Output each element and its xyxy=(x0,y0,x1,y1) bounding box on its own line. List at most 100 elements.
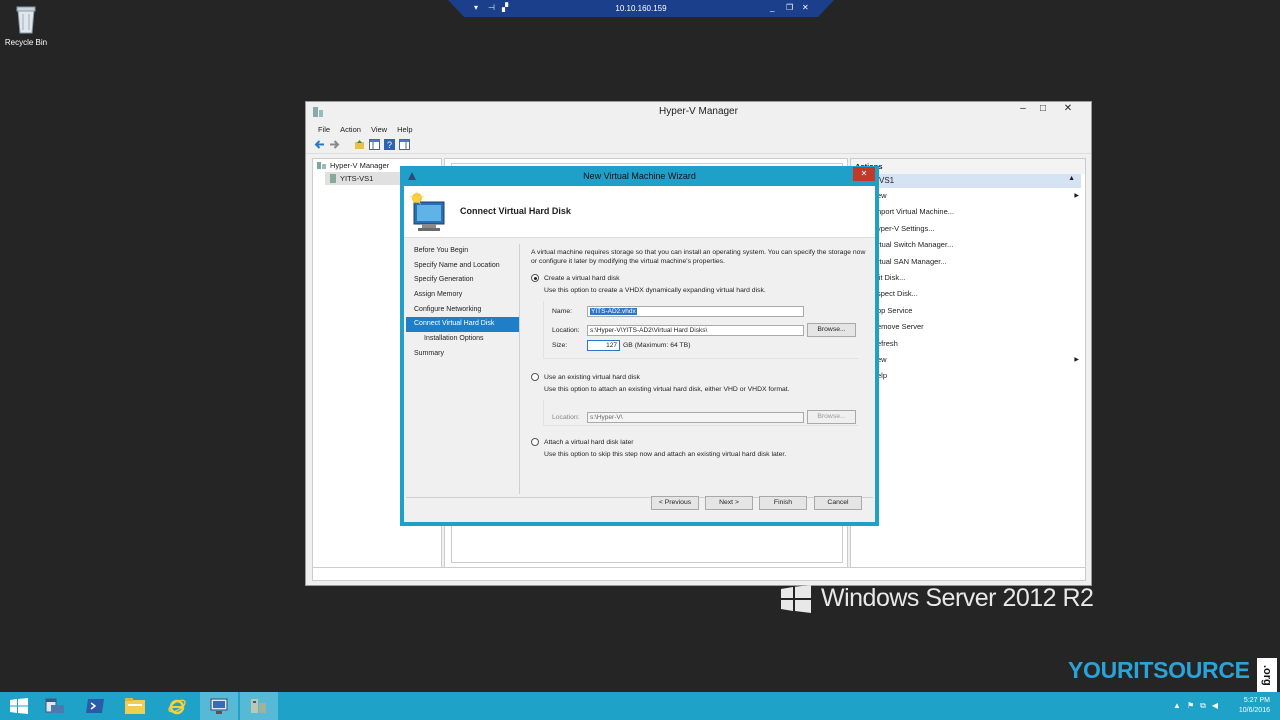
submenu-arrow-icon: ▶ xyxy=(1074,356,1079,363)
step-installation-options[interactable]: Installation Options xyxy=(406,332,519,347)
youritsource-logo: YOURITSOURCE xyxy=(1068,657,1250,683)
back-icon[interactable] xyxy=(314,139,325,150)
remote-connection-bar[interactable]: ▾ ⊣ ▞ 10.10.160.159 _ ❐ ✕ xyxy=(448,0,834,17)
action-remove-server[interactable]: emove Server xyxy=(851,319,1085,335)
action-new[interactable]: ew ▶ xyxy=(851,188,1085,204)
menu-view[interactable]: View xyxy=(371,125,387,134)
location-field[interactable]: s:\Hyper-V\YITS-AD2\Virtual Hard Disks\ xyxy=(587,324,804,336)
window-title: Hyper-V Manager xyxy=(659,106,738,117)
action-label: lit Disk... xyxy=(877,272,906,282)
create-vhd-radio[interactable] xyxy=(531,274,539,282)
step-summary[interactable]: Summary xyxy=(406,347,519,362)
wizard-content: A virtual machine requires storage so th… xyxy=(531,248,871,459)
step-before-you-begin[interactable]: Before You Begin xyxy=(406,244,519,259)
existing-vhd-desc: Use this option to attach an existing vi… xyxy=(544,386,790,393)
location-label: Location: xyxy=(552,326,580,334)
forward-icon[interactable] xyxy=(329,139,340,150)
create-vhd-label: Create a virtual hard disk xyxy=(544,274,620,282)
finish-button[interactable]: Finish xyxy=(759,496,807,510)
actions-group-server[interactable]: VS1 ▲ xyxy=(851,174,1081,188)
action-view[interactable]: ew ▶ xyxy=(851,352,1085,368)
clock[interactable]: 5:27 PM 10/6/2016 xyxy=(1239,696,1270,716)
action-pane-icon[interactable] xyxy=(399,139,410,150)
browse-button[interactable]: Browse... xyxy=(807,323,856,337)
existing-browse-button[interactable]: Browse... xyxy=(807,410,856,424)
existing-location-field[interactable]: s:\Hyper-V\ xyxy=(587,411,804,423)
tray-chevron-icon[interactable]: ▲ xyxy=(1173,701,1181,711)
action-hyperv-settings[interactable]: yper-V Settings... xyxy=(851,221,1085,237)
menu-file[interactable]: File xyxy=(318,125,330,134)
maximize-button[interactable]: □ xyxy=(1033,102,1053,116)
action-label: rtual Switch Manager... xyxy=(877,240,954,250)
size-unit: GB (Maximum: 64 TB) xyxy=(623,342,691,349)
start-button[interactable] xyxy=(0,692,38,720)
existing-vhd-label: Use an existing virtual hard disk xyxy=(544,373,640,381)
taskbar-powershell[interactable] xyxy=(76,692,114,720)
action-help[interactable]: elp xyxy=(851,368,1085,384)
option-existing-vhd[interactable]: Use an existing virtual hard disk xyxy=(531,373,871,381)
action-import-vm[interactable]: nport Virtual Machine... xyxy=(851,204,1085,220)
taskbar-hyperv-manager[interactable] xyxy=(240,692,278,720)
minimize-button[interactable]: – xyxy=(1013,102,1033,116)
wizard-close-button[interactable]: ✕ xyxy=(853,167,875,181)
close-icon[interactable]: ✕ xyxy=(802,3,809,12)
size-label: Size: xyxy=(552,342,568,349)
action-edit-disk[interactable]: lit Disk... xyxy=(851,270,1085,286)
option-create-vhd[interactable]: Create a virtual hard disk xyxy=(531,274,871,282)
action-inspect-disk[interactable]: spect Disk... xyxy=(851,286,1085,302)
attach-later-radio[interactable] xyxy=(531,438,539,446)
clock-time: 5:27 PM xyxy=(1243,697,1270,704)
new-vm-wizard-dialog: New Virtual Machine Wizard ✕ Connect Vir… xyxy=(400,166,879,526)
existing-vhd-radio[interactable] xyxy=(531,373,539,381)
taskbar-remote-desktop[interactable] xyxy=(200,692,238,720)
taskbar-server-manager[interactable] xyxy=(36,692,74,720)
taskbar-file-explorer[interactable] xyxy=(116,692,154,720)
create-vhd-desc: Use this option to create a VHDX dynamic… xyxy=(544,287,766,294)
action-label: yper-V Settings... xyxy=(877,223,935,233)
actions-header: Actions xyxy=(851,159,1085,174)
step-configure-networking[interactable]: Configure Networking xyxy=(406,303,519,318)
step-specify-generation[interactable]: Specify Generation xyxy=(406,273,519,288)
cancel-button[interactable]: Cancel xyxy=(814,496,862,510)
show-hide-tree-icon[interactable] xyxy=(369,139,380,150)
tray-flag-icon[interactable]: ⚑ xyxy=(1187,701,1194,711)
option-attach-later[interactable]: Attach a virtual hard disk later xyxy=(531,438,871,446)
action-virtual-switch-manager[interactable]: rtual Switch Manager... xyxy=(851,237,1085,253)
action-virtual-san-manager[interactable]: rtual SAN Manager... xyxy=(851,254,1085,270)
menu-action[interactable]: Action xyxy=(340,125,361,134)
existing-vhd-fields: Location: s:\Hyper-V\ Browse... xyxy=(543,400,859,426)
tray-volume-icon[interactable]: ◀ xyxy=(1212,701,1218,711)
menu-bar: File Action View Help xyxy=(306,122,1091,136)
minimize-icon[interactable]: _ xyxy=(770,3,774,12)
size-field[interactable]: 127 xyxy=(587,340,620,351)
help-icon[interactable]: ? xyxy=(384,139,395,150)
tree-root-label: Hyper-V Manager xyxy=(330,161,390,170)
step-connect-vhd[interactable]: Connect Virtual Hard Disk xyxy=(406,317,519,333)
existing-location-label: Location: xyxy=(552,413,580,421)
action-label: rtual SAN Manager... xyxy=(877,256,947,266)
intro-text: A virtual machine requires storage so th… xyxy=(531,249,866,265)
steps-divider xyxy=(519,244,520,494)
next-button[interactable]: Next > xyxy=(705,496,753,510)
collapse-icon[interactable]: ▲ xyxy=(1068,175,1075,182)
action-refresh[interactable]: efresh xyxy=(851,336,1085,352)
name-label: Name: xyxy=(552,308,573,315)
name-value: YITS-AD2.vhdx xyxy=(590,308,637,315)
recycle-bin[interactable]: Recycle Bin xyxy=(4,4,48,47)
recycle-bin-icon xyxy=(16,6,36,34)
previous-button[interactable]: < Previous xyxy=(651,496,699,510)
name-field[interactable]: YITS-AD2.vhdx xyxy=(587,306,804,317)
connection-ip: 10.10.160.159 xyxy=(615,4,667,13)
step-specify-name-location[interactable]: Specify Name and Location xyxy=(406,259,519,274)
action-stop-service[interactable]: op Service xyxy=(851,303,1085,319)
menu-help[interactable]: Help xyxy=(397,125,412,134)
up-folder-icon[interactable] xyxy=(354,139,365,150)
actions-pane: Actions VS1 ▲ ew▶ nport Virtual Machine.… xyxy=(850,158,1086,568)
taskbar-internet-explorer[interactable] xyxy=(158,692,196,720)
server-icon xyxy=(330,174,336,183)
step-assign-memory[interactable]: Assign Memory xyxy=(406,288,519,303)
tray-network-icon[interactable]: ⧉ xyxy=(1200,701,1206,711)
close-button[interactable]: ✕ xyxy=(1053,102,1083,116)
restore-icon[interactable]: ❐ xyxy=(786,3,793,12)
status-bar xyxy=(312,567,1086,581)
